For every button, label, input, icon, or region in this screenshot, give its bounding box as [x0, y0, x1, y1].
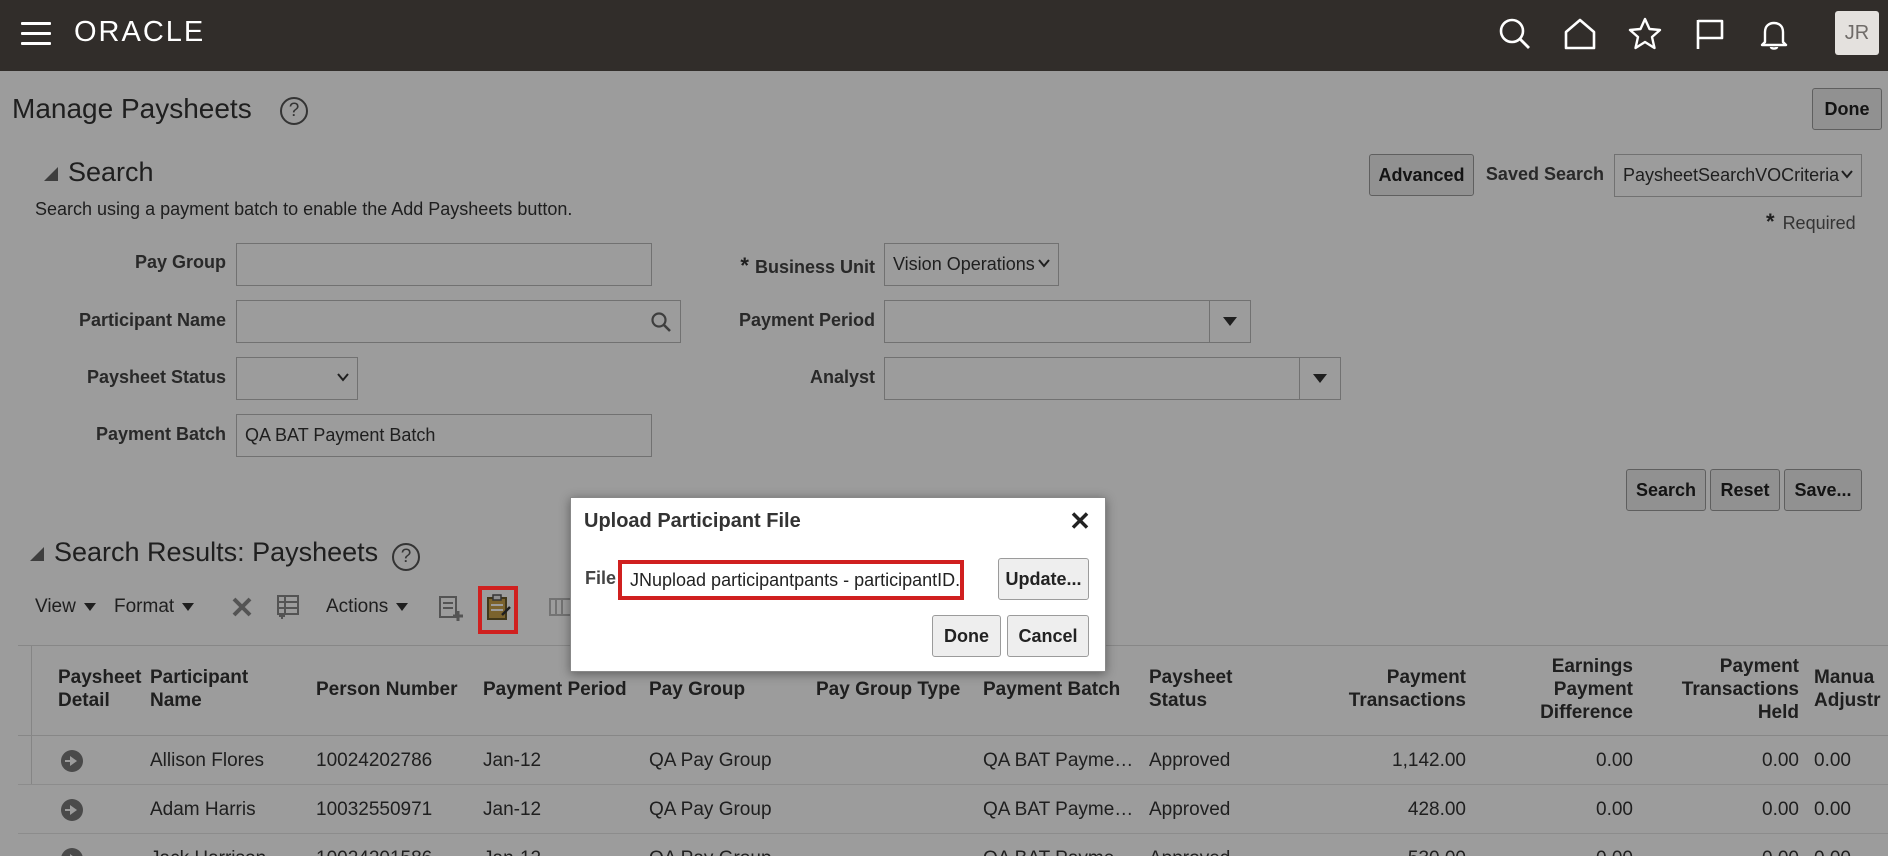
update-file-button[interactable]: Update...: [998, 558, 1089, 600]
flag-icon[interactable]: [1692, 16, 1728, 52]
upload-icon-highlight: [478, 586, 518, 634]
dialog-done-button[interactable]: Done: [932, 615, 1001, 657]
close-icon[interactable]: ✕: [1069, 508, 1091, 534]
global-header: ORACLE JR: [0, 0, 1888, 71]
oracle-logo[interactable]: ORACLE: [74, 16, 205, 49]
navigator-menu-icon[interactable]: [21, 22, 51, 46]
file-label: File: [585, 568, 617, 588]
search-icon[interactable]: [1497, 16, 1533, 52]
star-icon[interactable]: [1627, 16, 1663, 52]
dialog-title: Upload Participant File: [584, 510, 801, 532]
bell-icon[interactable]: [1756, 16, 1792, 52]
modal-overlay: [0, 71, 1888, 856]
dialog-cancel-button[interactable]: Cancel: [1007, 615, 1089, 657]
home-icon[interactable]: [1562, 16, 1598, 52]
upload-participant-file-dialog: Upload Participant File ✕ File JNupload …: [570, 497, 1106, 672]
file-name-field[interactable]: JNupload participantpants - participantI…: [618, 560, 964, 600]
user-avatar[interactable]: JR: [1835, 11, 1879, 55]
